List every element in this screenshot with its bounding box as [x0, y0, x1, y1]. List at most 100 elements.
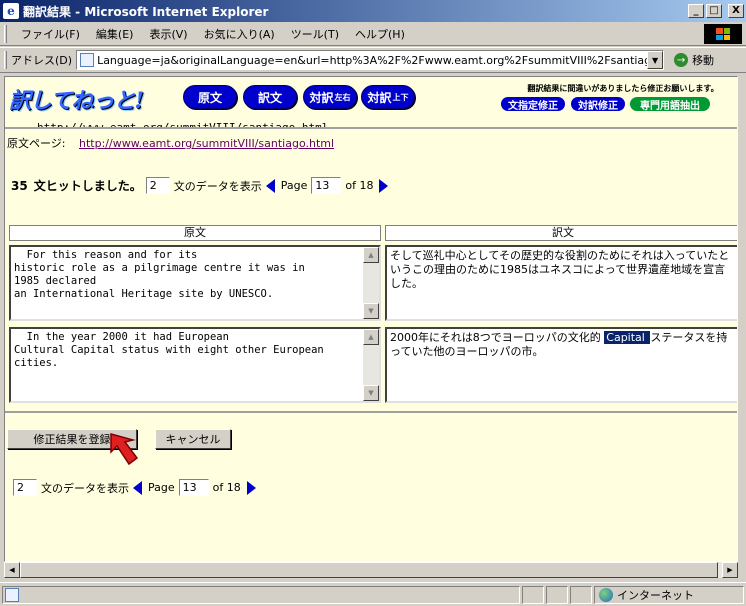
status-pane [522, 585, 544, 604]
parallel-lr-suffix: 左右 [334, 92, 351, 102]
page-label-bottom: Page [148, 481, 175, 494]
ie-icon: e [3, 3, 19, 19]
pager-top: 35 文ヒットしました。 2 文のデータを表示 Page 13 of 18 [11, 177, 389, 194]
hit-text: 文ヒットしました。 [33, 179, 142, 193]
parallel-tb-suffix: 上下 [392, 92, 409, 102]
source-page-link[interactable]: http://www.eamt.org/summitVIII/santiago.… [79, 137, 334, 150]
page-total-bottom: of 18 [212, 481, 241, 494]
source-scrollbar-2[interactable]: ▲ ▼ [363, 329, 379, 401]
column-header-target: 訳文 [385, 225, 737, 241]
prev-page-icon[interactable] [265, 178, 275, 193]
red-arrow-cursor-icon [110, 433, 139, 466]
page-content: 訳してねっと! 原文 訳文 対訳 左右 対訳 上下 翻訳結果に間違いがありましたら修… [4, 76, 738, 562]
zone-label: インターネット [617, 588, 694, 602]
window-title-bar[interactable]: e 翻訳結果 - Microsoft Internet Explorer _ □… [0, 0, 746, 22]
menu-help[interactable]: ヘルプ(H) [347, 26, 413, 42]
go-arrow-icon: → [674, 53, 689, 67]
parallel-fix-label: 対訳修正 [578, 100, 618, 112]
scroll-up-icon[interactable]: ▲ [363, 329, 379, 345]
sentence-fix-button[interactable]: 文指定修正 [501, 97, 565, 112]
site-logo[interactable]: 訳してねっと! [9, 83, 144, 115]
page-number-input[interactable]: 13 [311, 177, 342, 194]
page-number-input-bottom[interactable]: 13 [178, 479, 209, 496]
frame-divider[interactable] [5, 411, 737, 413]
page-status-icon [5, 587, 19, 602]
parallel-fix-button[interactable]: 対訳修正 [571, 97, 625, 112]
original-text-button[interactable]: 原文 [183, 85, 237, 109]
target-text-1: そして巡礼中心としてその歴史的な役割のためにそれは入っていたというこの理由のため… [390, 249, 730, 290]
source-page-line: 原文ページ: http://www.eamt.org/summitVIII/sa… [7, 135, 334, 151]
column-header-source: 原文 [9, 225, 381, 241]
translation-label: 訳文 [257, 90, 282, 105]
scroll-down-icon[interactable]: ▼ [363, 303, 379, 319]
window-title: 翻訳結果 - Microsoft Internet Explorer [23, 4, 269, 19]
sentence-fix-label: 文指定修正 [508, 100, 558, 112]
per-page-input-bottom[interactable]: 2 [13, 479, 37, 496]
page-total: of 18 [345, 179, 374, 192]
go-button[interactable]: → 移動 [674, 52, 714, 68]
menu-view[interactable]: 表示(V) [141, 26, 195, 42]
parallel-lr-button[interactable]: 対訳 左右 [303, 85, 357, 109]
per-page-text: 文のデータを表示 [173, 179, 262, 193]
page-label: Page [280, 179, 308, 192]
menu-favorites[interactable]: お気に入り(A) [196, 26, 283, 42]
horizontal-scrollbar[interactable]: ◀ ▶ [4, 562, 738, 578]
address-label: アドレス(D) [11, 54, 73, 67]
cancel-button[interactable]: キャンセル [155, 429, 231, 449]
source-scrollbar-1[interactable]: ▲ ▼ [363, 247, 379, 319]
source-textarea-1[interactable]: For this reason and for its historic rol… [9, 245, 381, 321]
term-extract-label: 専門用語抽出 [640, 100, 700, 112]
minimize-button[interactable]: _ [688, 4, 704, 18]
parallel-lr-label: 対訳 [309, 90, 334, 105]
correction-notice: 翻訳結果に間違いがありましたら修正お願いします。 [527, 84, 719, 93]
maximize-button[interactable]: □ [706, 4, 722, 18]
selected-text[interactable]: Capital [604, 331, 651, 344]
source-text-1: For this reason and for its historic rol… [14, 249, 305, 300]
scroll-up-icon[interactable]: ▲ [363, 247, 379, 263]
faded-page-url: http://www.eamt.org/summitVIII/santiago.… [37, 121, 329, 129]
target-text-2: 2000年にそれは8つでヨーロッパの文化的 Capital ステータスを持ってい… [387, 329, 737, 361]
per-page-text-bottom: 文のデータを表示 [41, 481, 129, 495]
windows-logo-icon [704, 24, 742, 44]
address-input[interactable]: Language=ja&originalLanguage=en&url=http… [76, 50, 665, 70]
address-url[interactable]: Language=ja&originalLanguage=en&url=http… [97, 54, 647, 67]
target-textarea-1[interactable]: そして巡礼中心としてその歴史的な役割のためにそれは入っていたというこの理由のため… [385, 245, 737, 321]
cancel-label: キャンセル [165, 433, 221, 446]
target-textarea-2[interactable]: 2000年にそれは8つでヨーロッパの文化的 Capital ステータスを持ってい… [385, 327, 737, 403]
address-bar: アドレス(D) Language=ja&originalLanguage=en&… [0, 47, 746, 73]
next-page-icon[interactable] [379, 178, 389, 193]
per-page-input[interactable]: 2 [145, 177, 170, 194]
source-textarea-2[interactable]: In the year 2000 it had European Cultura… [9, 327, 381, 403]
register-label: 修正結果を登録 [33, 433, 111, 446]
close-button[interactable]: X [728, 4, 744, 18]
next-page-icon[interactable] [246, 480, 256, 495]
original-text-label: 原文 [197, 90, 222, 105]
toolbar-grip[interactable] [4, 51, 7, 69]
pager-bottom: 2 文のデータを表示 Page 13 of 18 [13, 479, 256, 496]
menu-file[interactable]: ファイル(F) [13, 26, 88, 42]
status-pane [546, 585, 568, 604]
prev-page-icon[interactable] [133, 480, 142, 495]
toolbar-grip[interactable] [4, 24, 7, 43]
address-dropdown-button[interactable]: ▼ [647, 51, 664, 69]
hit-count: 35 [11, 178, 28, 193]
menu-tools[interactable]: ツール(T) [283, 26, 347, 42]
header-frame: 訳してねっと! 原文 訳文 対訳 左右 対訳 上下 翻訳結果に間違いがありましたら修… [5, 77, 737, 129]
parallel-tb-label: 対訳 [367, 90, 392, 105]
scroll-left-icon[interactable]: ◀ [4, 562, 20, 578]
status-bar: インターネット [0, 582, 746, 606]
menu-bar: ファイル(F) 編集(E) 表示(V) お気に入り(A) ツール(T) ヘルプ(… [0, 22, 746, 46]
parallel-tb-button[interactable]: 対訳 上下 [361, 85, 415, 109]
status-text-pane [2, 585, 520, 604]
scroll-down-icon[interactable]: ▼ [363, 385, 379, 401]
source-text-2: In the year 2000 it had European Cultura… [14, 331, 324, 369]
page-icon [80, 53, 95, 67]
scroll-right-icon[interactable]: ▶ [722, 562, 738, 578]
security-zone: インターネット [594, 585, 744, 604]
status-pane [570, 585, 592, 604]
scroll-thumb[interactable] [20, 562, 718, 578]
target-text-2-before: 2000年にそれは8つでヨーロッパの文化的 [390, 331, 605, 344]
term-extract-button[interactable]: 専門用語抽出 [630, 97, 710, 112]
menu-edit[interactable]: 編集(E) [88, 26, 142, 42]
translation-button[interactable]: 訳文 [243, 85, 297, 109]
